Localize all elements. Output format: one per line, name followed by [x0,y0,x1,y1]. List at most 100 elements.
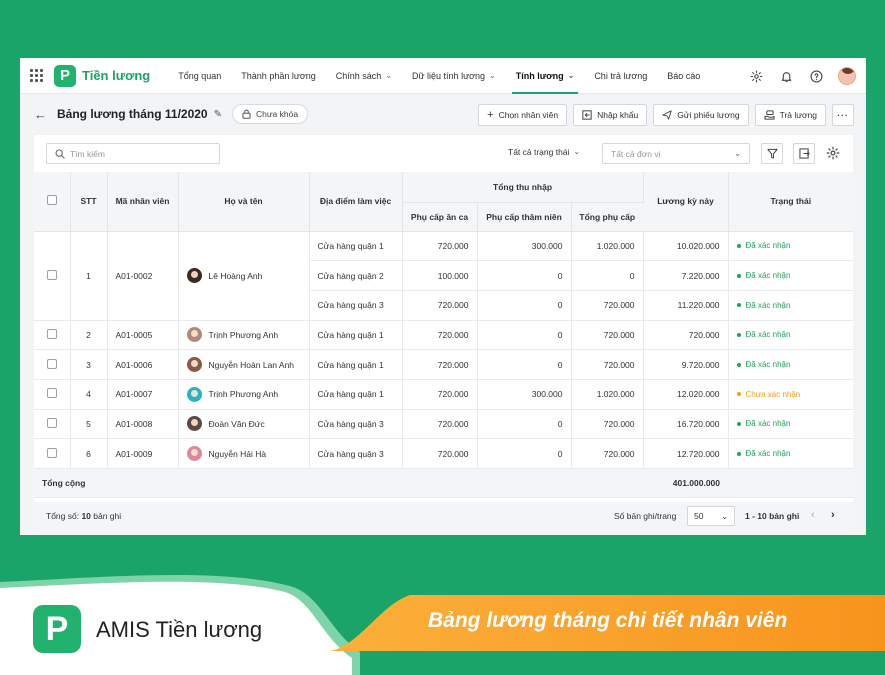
status-dot [736,273,741,278]
total-label: Tổng cộng [34,468,644,498]
cell-seniority-allowance: 0 [477,290,572,321]
pay-salary-button[interactable]: Trả lương [754,104,826,126]
nav-item-5[interactable]: Chi trả lương [584,58,657,94]
nav-item-6[interactable]: Báo cáo [657,58,710,94]
cell-location: Cửa hàng quận 3 [309,290,403,321]
nav-item-2[interactable]: Chính sách ⌄ [326,58,402,94]
cell-meal-allowance: 100.000 [402,260,478,291]
nav-item-label: Báo cáo [667,70,701,81]
next-page-icon[interactable]: › [831,509,835,521]
row-checkbox[interactable] [46,269,57,280]
cell-full-name: Nguyễn Hoàn Lan Anh [178,349,310,380]
salary-table: STT Mã nhân viên Họ và tên Địa điểm làm … [34,172,854,498]
cell-location: Cửa hàng quận 3 [309,409,403,440]
filter-button[interactable] [761,143,783,164]
select-all-checkbox[interactable] [46,195,57,206]
cell-salary: 16.720.000 [643,409,729,440]
plus-icon: + [487,109,494,121]
nav-item-3[interactable]: Dữ liệu tính lương ⌄ [402,58,506,94]
cell-status: Đã xác nhận [728,409,854,440]
cell-total-allowance: 720.000 [571,409,644,440]
chevron-down-icon: ⌄ [489,71,496,80]
employee-avatar [186,446,202,462]
cell-checkbox [34,438,71,469]
app-grid-icon[interactable] [30,68,44,83]
status-dot [736,303,741,308]
lock-status-label: Chưa khóa [255,109,299,119]
table-settings-gear-icon[interactable] [826,146,842,162]
pagination-bar: Tổng số: 10 bản ghi Số bản ghi/trang 50 … [34,502,853,530]
row-checkbox[interactable] [46,358,57,369]
export-icon [798,148,810,159]
nav-item-1[interactable]: Thành phần lương [231,58,325,94]
cell-meal-allowance: 720.000 [402,349,478,380]
status-label: Đã xác nhận [745,271,791,281]
settings-gear-icon[interactable] [748,68,764,84]
chevron-down-icon: ⌄ [721,511,728,521]
employee-name[interactable]: Trịnh Phương Anh [209,389,279,399]
help-icon[interactable] [808,68,824,84]
lock-status-button[interactable]: Chưa khóa [231,104,309,124]
table-row[interactable]: 1 A01-0002 Lê Hoàng Anh Cửa hàng quận 1 720.… [34,231,854,321]
cell-total-allowance: 1.020.000 [571,379,644,410]
cell-status: Chưa xác nhận [728,379,854,410]
cell-salary: 7.220.000 [643,260,729,291]
table-row[interactable]: 4 A01-0007 Trịnh Phương Anh Cửa hàng quận 1… [34,379,854,410]
nav-item-label: Tính lương [515,70,564,81]
total-records-count: 10 [81,511,91,521]
more-actions-button[interactable]: ··· [832,104,854,126]
total-records: Tổng số: 10 bản ghi [46,511,121,521]
table-row[interactable]: 3 A01-0006 Nguyễn Hoàn Lan Anh Cửa hàng quậ… [34,349,854,380]
employee-name[interactable]: Trịnh Phương Anh [209,330,279,340]
unit-select[interactable]: Tất cả đơn vị ⌄ [602,143,750,164]
header-full-name: Họ và tên [178,172,310,232]
row-checkbox[interactable] [46,328,57,339]
export-button[interactable] [793,143,815,164]
product-name: AMIS Tiền lương [96,617,263,642]
row-checkbox[interactable] [46,447,57,458]
cell-status: Đã xác nhận [728,349,854,380]
cell-full-name: Trịnh Phương Anh [178,379,310,410]
user-avatar[interactable] [838,67,856,85]
edit-pencil-icon[interactable]: ✎ [214,109,222,120]
status-dot [736,362,741,367]
nav-item-label: Chi trả lương [594,70,648,81]
per-page-select[interactable]: 50 ⌄ [687,506,735,526]
app-logo[interactable]: P [54,64,76,87]
status-filter-label: Tất cả trạng thái [508,147,570,157]
cell-location: Cửa hàng quận 2 [309,260,403,291]
prev-page-icon[interactable]: ‹ [811,509,815,521]
per-page-value: 50 [694,511,704,521]
import-button[interactable]: Nhập khẩu [573,104,648,126]
header-actions: + Chọn nhân viên Nhập khẩu Gửi phiếu lươ… [478,104,854,126]
select-employee-button[interactable]: + Chọn nhân viên [478,104,568,126]
app-brand[interactable]: Tiền lương [82,68,150,83]
table-row[interactable]: 6 A01-0009 Nguyễn Hải Hà Cửa hàng quận 3 720… [34,438,854,469]
employee-name[interactable]: Lê Hoàng Anh [209,271,263,281]
header-seniority-allowance: Phụ cấp thâm niên [477,202,572,232]
total-empty [728,468,854,498]
table-row[interactable]: 2 A01-0005 Trịnh Phương Anh Cửa hàng quận 1… [34,320,854,351]
cell-meal-allowance: 720.000 [402,409,478,440]
filter-bar: Tìm kiếm Tất cả trạng thái ⌄ Tất cả đơn … [34,135,853,172]
back-arrow-icon[interactable]: ← [34,107,47,122]
employee-name[interactable]: Nguyễn Hoàn Lan Anh [209,360,295,370]
bell-icon[interactable] [778,68,794,84]
nav-item-0[interactable]: Tổng quan [168,58,231,94]
employee-name[interactable]: Nguyễn Hải Hà [209,449,267,459]
nav-item-4[interactable]: Tính lương ⌄ [506,58,585,94]
cell-seniority-allowance: 0 [477,409,572,440]
nav-item-label: Thành phần lương [241,70,316,81]
row-checkbox[interactable] [46,417,57,428]
row-checkbox[interactable] [46,388,57,399]
send-slip-button[interactable]: Gửi phiếu lương [653,104,749,126]
app-window: P Tiền lương Tổng quan Thành phần lương Ch… [20,58,866,535]
page-title: Bảng lương tháng 11/2020 [57,107,208,121]
employee-name[interactable]: Đoàn Văn Đức [209,419,265,429]
total-records-prefix: Tổng số: [46,511,82,521]
search-input[interactable]: Tìm kiếm [46,143,220,164]
status-filter-dropdown[interactable]: Tất cả trạng thái ⌄ [508,147,580,157]
main-nav: Tổng quan Thành phần lương Chính sách ⌄ Dữ l… [168,58,710,94]
table-row[interactable]: 5 A01-0008 Đoàn Văn Đức Cửa hàng quận 3 720.… [34,409,854,440]
total-records-suffix: bản ghi [90,511,122,521]
